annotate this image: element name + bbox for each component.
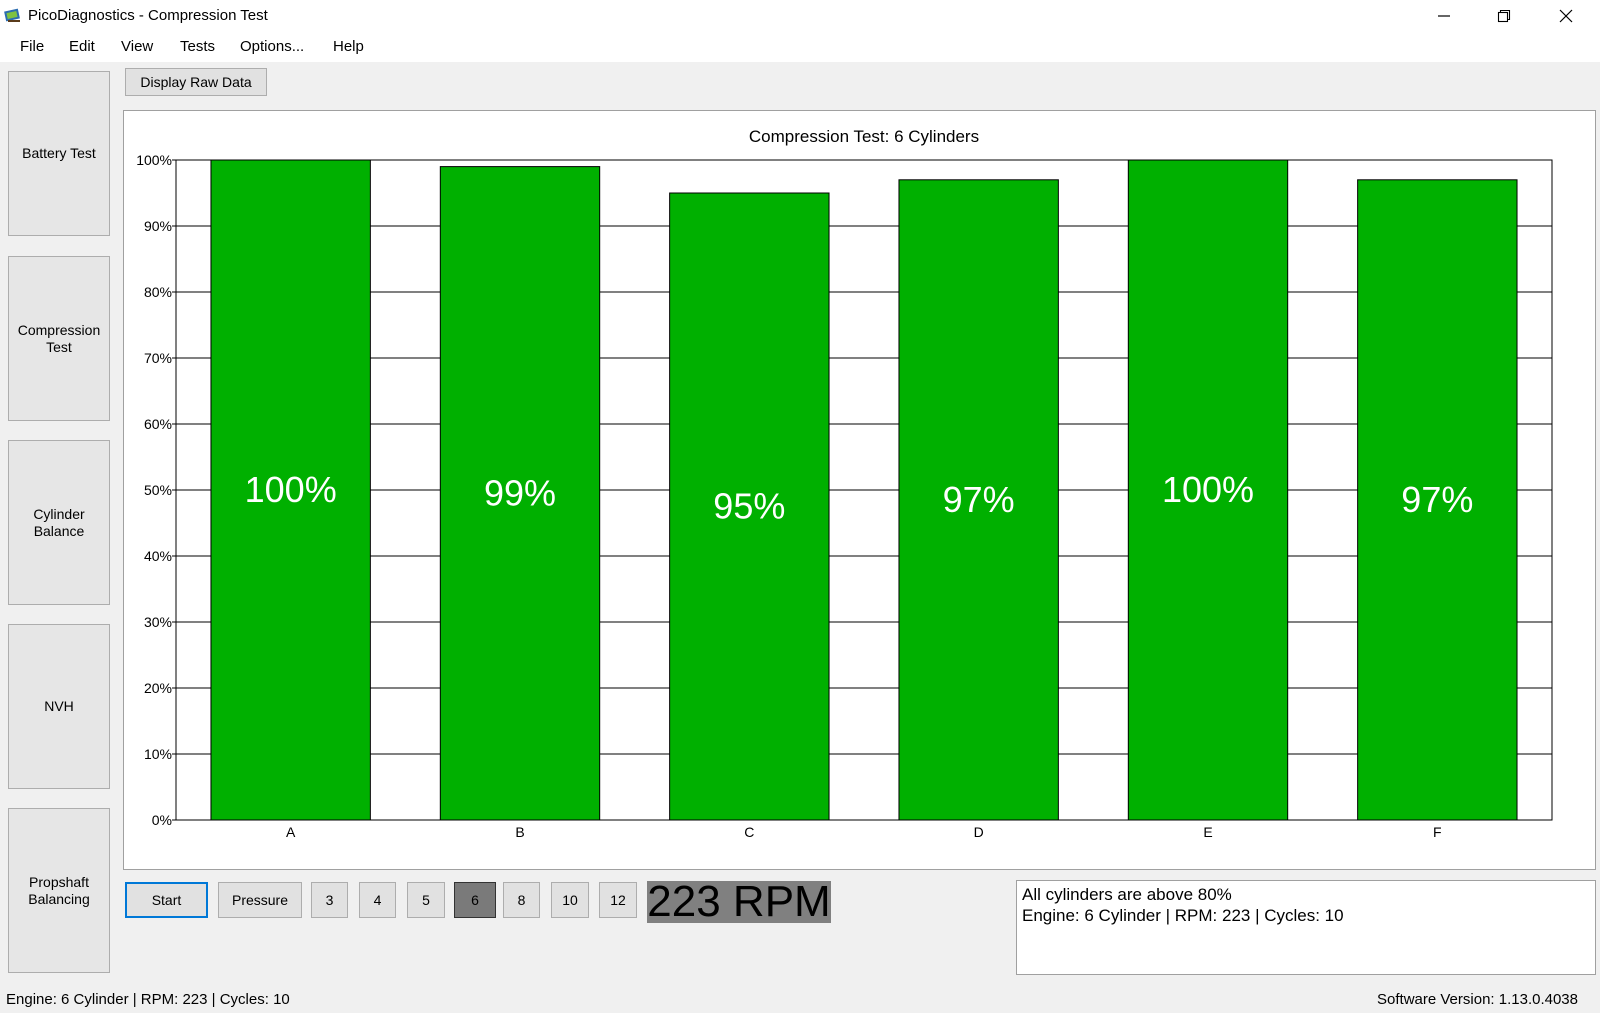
chart-panel: Compression Test: 6 Cylinders 0% 10% 20% 30%… <box>123 110 1596 870</box>
title-bar: PicoDiagnostics - Compression Test <box>0 0 1600 32</box>
y-tick-label: 0% <box>152 812 172 828</box>
x-tick-label: F <box>1433 824 1442 840</box>
cylinder-8-button[interactable]: 8 <box>503 882 540 918</box>
compression-bar-chart: Compression Test: 6 Cylinders 0% 10% 20% 30%… <box>136 127 1553 840</box>
minimize-icon <box>1438 15 1450 17</box>
y-tick-label: 80% <box>144 284 172 300</box>
cylinder-6-button[interactable]: 6 <box>454 882 496 918</box>
status-line-summary: All cylinders are above 80% <box>1022 885 1232 904</box>
cylinder-12-button[interactable]: 12 <box>599 882 637 918</box>
menu-bar: File Edit View Tests Options... Help <box>0 32 1600 62</box>
menu-options[interactable]: Options... <box>240 38 304 55</box>
menu-file[interactable]: File <box>20 38 44 55</box>
pressure-button[interactable]: Pressure <box>218 882 302 918</box>
menu-help[interactable]: Help <box>333 38 364 55</box>
chart-title: Compression Test: 6 Cylinders <box>749 127 979 146</box>
close-button[interactable] <box>1536 0 1596 32</box>
y-tick-label: 70% <box>144 350 172 366</box>
x-tick-label: D <box>974 824 984 840</box>
nav-nvh-button[interactable]: NVH <box>8 624 110 789</box>
restore-button[interactable] <box>1474 0 1534 32</box>
cylinder-5-button[interactable]: 5 <box>407 882 445 918</box>
bar-value-label: 99% <box>484 472 556 513</box>
result-status-box: All cylinders are above 80% Engine: 6 Cy… <box>1016 880 1596 975</box>
y-tick-label: 60% <box>144 416 172 432</box>
bar-value-label: 95% <box>713 486 785 527</box>
cylinder-4-button[interactable]: 4 <box>359 882 396 918</box>
x-tick-label: E <box>1203 824 1212 840</box>
rpm-display: 223 RPM <box>647 877 831 926</box>
menu-edit[interactable]: Edit <box>69 38 95 55</box>
y-tick-label: 100% <box>136 152 172 168</box>
statusbar-software-version: Software Version: 1.13.0.4038 <box>1377 991 1578 1008</box>
menu-tests[interactable]: Tests <box>180 38 215 55</box>
y-tick-label: 20% <box>144 680 172 696</box>
status-line-engine: Engine: 6 Cylinder | RPM: 223 | Cycles: … <box>1022 906 1344 925</box>
y-tick-label: 90% <box>144 218 172 234</box>
bar-value-label: 97% <box>1401 479 1473 520</box>
bar-value-label: 100% <box>1162 469 1254 510</box>
cylinder-3-button[interactable]: 3 <box>311 882 348 918</box>
y-tick-label: 40% <box>144 548 172 564</box>
nav-battery-test-button[interactable]: Battery Test <box>8 71 110 236</box>
minimize-button[interactable] <box>1414 0 1474 32</box>
start-button[interactable]: Start <box>125 882 208 918</box>
bar-value-label: 97% <box>943 479 1015 520</box>
statusbar-engine-info: Engine: 6 Cylinder | RPM: 223 | Cycles: … <box>6 991 290 1008</box>
window-title: PicoDiagnostics - Compression Test <box>28 7 268 24</box>
bar-value-label: 100% <box>245 469 337 510</box>
pico-app-icon <box>4 8 20 22</box>
nav-compression-test-button[interactable]: Compression Test <box>8 256 110 421</box>
x-tick-label: A <box>286 824 296 840</box>
menu-view[interactable]: View <box>121 38 153 55</box>
x-tick-label: C <box>744 824 754 840</box>
nav-cylinder-balance-button[interactable]: Cylinder Balance <box>8 440 110 605</box>
y-tick-label: 50% <box>144 482 172 498</box>
y-tick-label: 10% <box>144 746 172 762</box>
y-tick-label: 30% <box>144 614 172 630</box>
nav-propshaft-balancing-button[interactable]: Propshaft Balancing <box>8 808 110 973</box>
close-icon <box>1559 9 1573 23</box>
display-raw-data-button[interactable]: Display Raw Data <box>125 68 267 96</box>
restore-icon <box>1497 9 1511 23</box>
x-tick-label: B <box>515 824 524 840</box>
cylinder-10-button[interactable]: 10 <box>551 882 589 918</box>
